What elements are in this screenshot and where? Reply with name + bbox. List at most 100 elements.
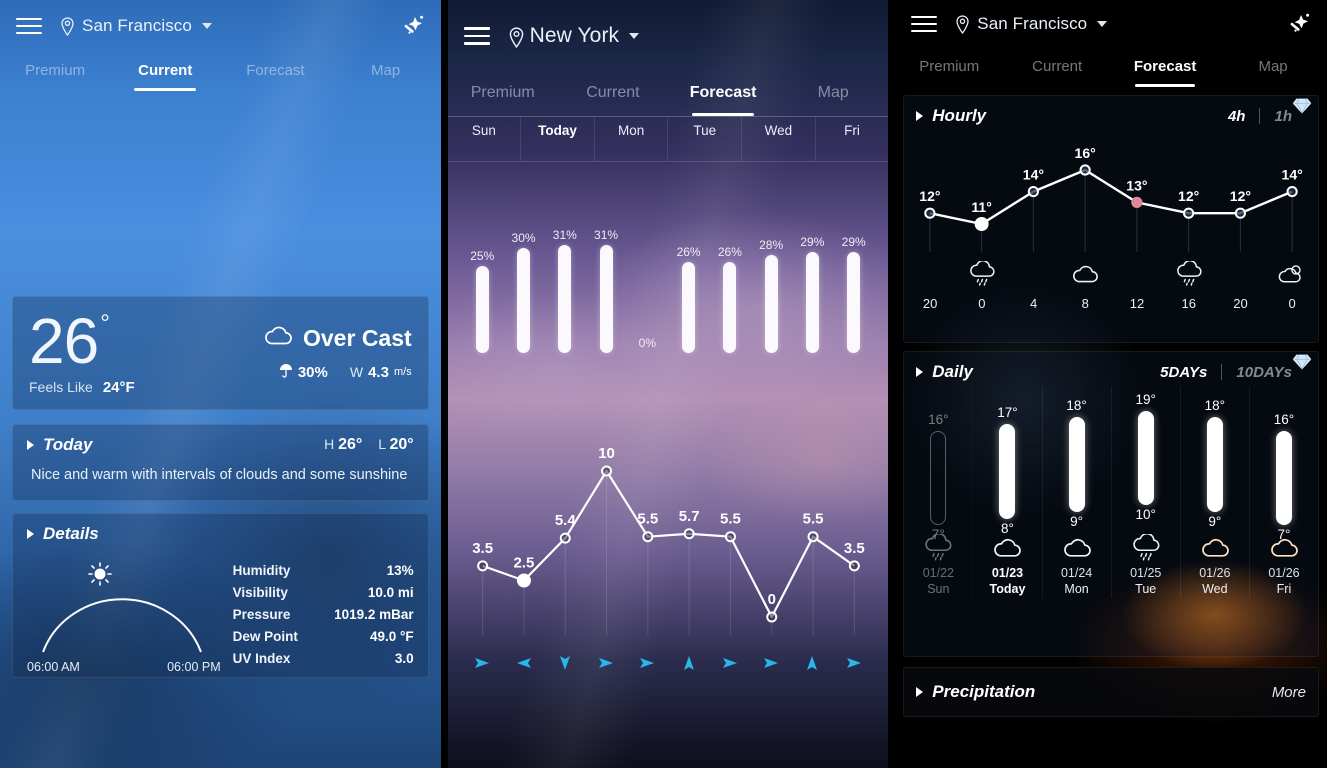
- hamburger-icon[interactable]: [16, 18, 42, 34]
- expand-arrow-icon[interactable]: [916, 111, 924, 121]
- daily-date: 01/26: [1268, 566, 1300, 580]
- daily-column[interactable]: 18° 9° 01/24 Mon: [1043, 386, 1112, 598]
- feels-like-value: 24°F: [102, 378, 135, 396]
- chevron-down-icon[interactable]: [1097, 21, 1108, 27]
- precipitation-bar-label: 31%: [552, 228, 577, 242]
- daily-column[interactable]: 16° 7° 01/22 Sun: [904, 386, 973, 598]
- hourly-title: Hourly: [932, 106, 987, 125]
- detail-row-humidity: Humidity 13%: [233, 560, 414, 582]
- magic-wand-icon[interactable]: [399, 13, 425, 39]
- precipitation-bar: [805, 251, 819, 353]
- hourly-weather-icons: [904, 252, 1318, 296]
- daily-range-toggle[interactable]: 5DAYs 10DAYs: [1146, 364, 1306, 381]
- condition-row: Over Cast: [263, 325, 412, 352]
- svg-text:14°: 14°: [1282, 167, 1303, 183]
- precipitation-metric: 30%: [279, 363, 328, 382]
- phone-screen-current: San Francisco Premium Current Forecast M…: [0, 0, 441, 768]
- daystrip-item[interactable]: 01/22 Sun: [448, 117, 522, 161]
- detail-key: Visibility: [232, 585, 288, 601]
- svg-text:5.5: 5.5: [802, 511, 823, 528]
- tab-current[interactable]: Current: [110, 52, 220, 91]
- current-body: 26 ° Feels Like 24°F Over Cast 30% W 4.3…: [0, 296, 441, 678]
- location-selector[interactable]: San Francisco: [955, 14, 1108, 34]
- premium-gem-icon[interactable]: [1292, 354, 1312, 370]
- daily-column[interactable]: 16° 7° 01/26 Fri: [1250, 386, 1318, 598]
- detail-row-uvindex: UV Index 3.0: [233, 648, 414, 670]
- daystrip-date: 01/25: [668, 117, 741, 120]
- svg-text:13°: 13°: [1127, 177, 1148, 193]
- details-card[interactable]: Details 06:00 AM 06:00 PM Humidity 13% V…: [12, 512, 429, 678]
- daystrip-date: 01/24: [595, 117, 668, 120]
- detail-key: Pressure: [232, 607, 291, 623]
- location-pin-icon: [508, 26, 523, 48]
- hourly-hour-label: 20: [1233, 296, 1248, 311]
- sun-times: 06:00 AM 06:00 PM: [27, 660, 221, 674]
- precipitation-title: Precipitation: [932, 682, 1036, 701]
- precipitation-bar-chart: 25% 30% 31% 31% 0% 26% 26% 28% 29% 29%: [462, 205, 875, 353]
- tab-forecast[interactable]: Forecast: [1111, 48, 1219, 87]
- daystrip-day: Sun: [471, 123, 496, 138]
- daystrip-item[interactable]: 01/26 Fri: [816, 117, 889, 161]
- tab-current[interactable]: Current: [558, 72, 668, 116]
- tab-current[interactable]: Current: [1003, 48, 1111, 87]
- detail-row-visibility: Visibility 10.0 mi: [233, 582, 414, 604]
- precipitation-bar-label: 29%: [800, 234, 825, 249]
- app-header: New York: [448, 0, 889, 72]
- hamburger-icon[interactable]: [911, 16, 938, 32]
- expand-arrow-icon[interactable]: [916, 367, 924, 377]
- expand-arrow-icon[interactable]: [27, 440, 34, 450]
- tab-map[interactable]: Map: [778, 72, 888, 116]
- expand-arrow-icon[interactable]: [27, 528, 34, 539]
- hourly-option-4h[interactable]: 4h: [1214, 108, 1260, 125]
- day-selector-strip[interactable]: 01/22 Sun 01/23 Today 01/24 Mon 01/25 Tue 01…: [447, 116, 889, 162]
- daily-temp-bar-area: 19° 10°: [1112, 386, 1180, 532]
- expand-arrow-icon[interactable]: [916, 687, 924, 697]
- location-selector[interactable]: New York: [508, 24, 640, 48]
- magic-wand-icon[interactable]: [1285, 11, 1311, 37]
- tab-map[interactable]: Map: [1219, 48, 1327, 87]
- premium-gem-icon[interactable]: [1292, 98, 1312, 114]
- daily-day-name: Tue: [1135, 582, 1157, 596]
- daily-column[interactable]: 19° 10° 01/25 Tue: [1112, 386, 1181, 598]
- tab-map[interactable]: Map: [331, 52, 441, 91]
- precipitation-bar-column: 0%: [627, 205, 668, 353]
- daystrip-item-today[interactable]: 01/23 Today: [521, 117, 595, 161]
- daystrip-item[interactable]: 01/25 Tue: [668, 117, 743, 161]
- precipitation-bar-column: 26%: [668, 205, 709, 353]
- current-temp-group: 26 ° Feels Like 24°F: [29, 309, 135, 396]
- tab-premium[interactable]: Premium: [0, 52, 110, 91]
- daily-block: Daily 5DAYs 10DAYs 16° 7° 01/22 Sun 17° 8° 01/…: [903, 351, 1319, 657]
- hamburger-icon[interactable]: [463, 27, 490, 45]
- daily-temp-bar-area: 16° 7°: [1250, 386, 1318, 542]
- tab-premium[interactable]: Premium: [448, 72, 558, 116]
- svg-text:14°: 14°: [1023, 167, 1044, 183]
- daily-column-today[interactable]: 17° 8° 01/23 Today: [973, 386, 1043, 598]
- today-card[interactable]: Today H 26° L 20° Nice and warm with int…: [12, 424, 429, 501]
- daily-column[interactable]: 18° 9° 01/26 Wed: [1181, 386, 1250, 598]
- tab-forecast[interactable]: Forecast: [220, 52, 330, 91]
- location-selector[interactable]: San Francisco: [60, 16, 212, 36]
- daystrip-item[interactable]: 01/26 Wed: [742, 117, 816, 161]
- detail-key: UV Index: [232, 651, 291, 667]
- daily-option-5days[interactable]: 5DAYs: [1146, 364, 1221, 381]
- precipitation-more-link[interactable]: More: [1272, 684, 1306, 701]
- daily-low-label: 8°: [1001, 520, 1014, 536]
- rain-cloud-icon: [1131, 532, 1161, 564]
- detail-row-dewpoint: Dew Point 49.0 °F: [233, 626, 414, 648]
- cloud-icon: [263, 325, 293, 351]
- hourly-header: Hourly 4h 1h: [904, 96, 1318, 130]
- sunrise-time: 06:00 AM: [27, 659, 80, 674]
- tab-forecast[interactable]: Forecast: [668, 72, 778, 116]
- daily-low-label: 9°: [1208, 513, 1222, 529]
- high-value: 26°: [338, 436, 363, 453]
- phone-screen-forecast-sf: San Francisco Premium Current Forecast M…: [895, 0, 1327, 768]
- daily-title: Daily: [932, 362, 973, 381]
- tab-premium[interactable]: Premium: [895, 48, 1003, 87]
- chevron-down-icon[interactable]: [201, 23, 212, 29]
- precipitation-bar-column: 29%: [792, 205, 833, 353]
- daystrip-item[interactable]: 01/24 Mon: [595, 117, 669, 161]
- svg-text:11°: 11°: [972, 199, 992, 215]
- precipitation-block[interactable]: Precipitation More: [903, 667, 1319, 717]
- chevron-down-icon[interactable]: [629, 33, 640, 39]
- daystrip-day: Fri: [844, 123, 860, 138]
